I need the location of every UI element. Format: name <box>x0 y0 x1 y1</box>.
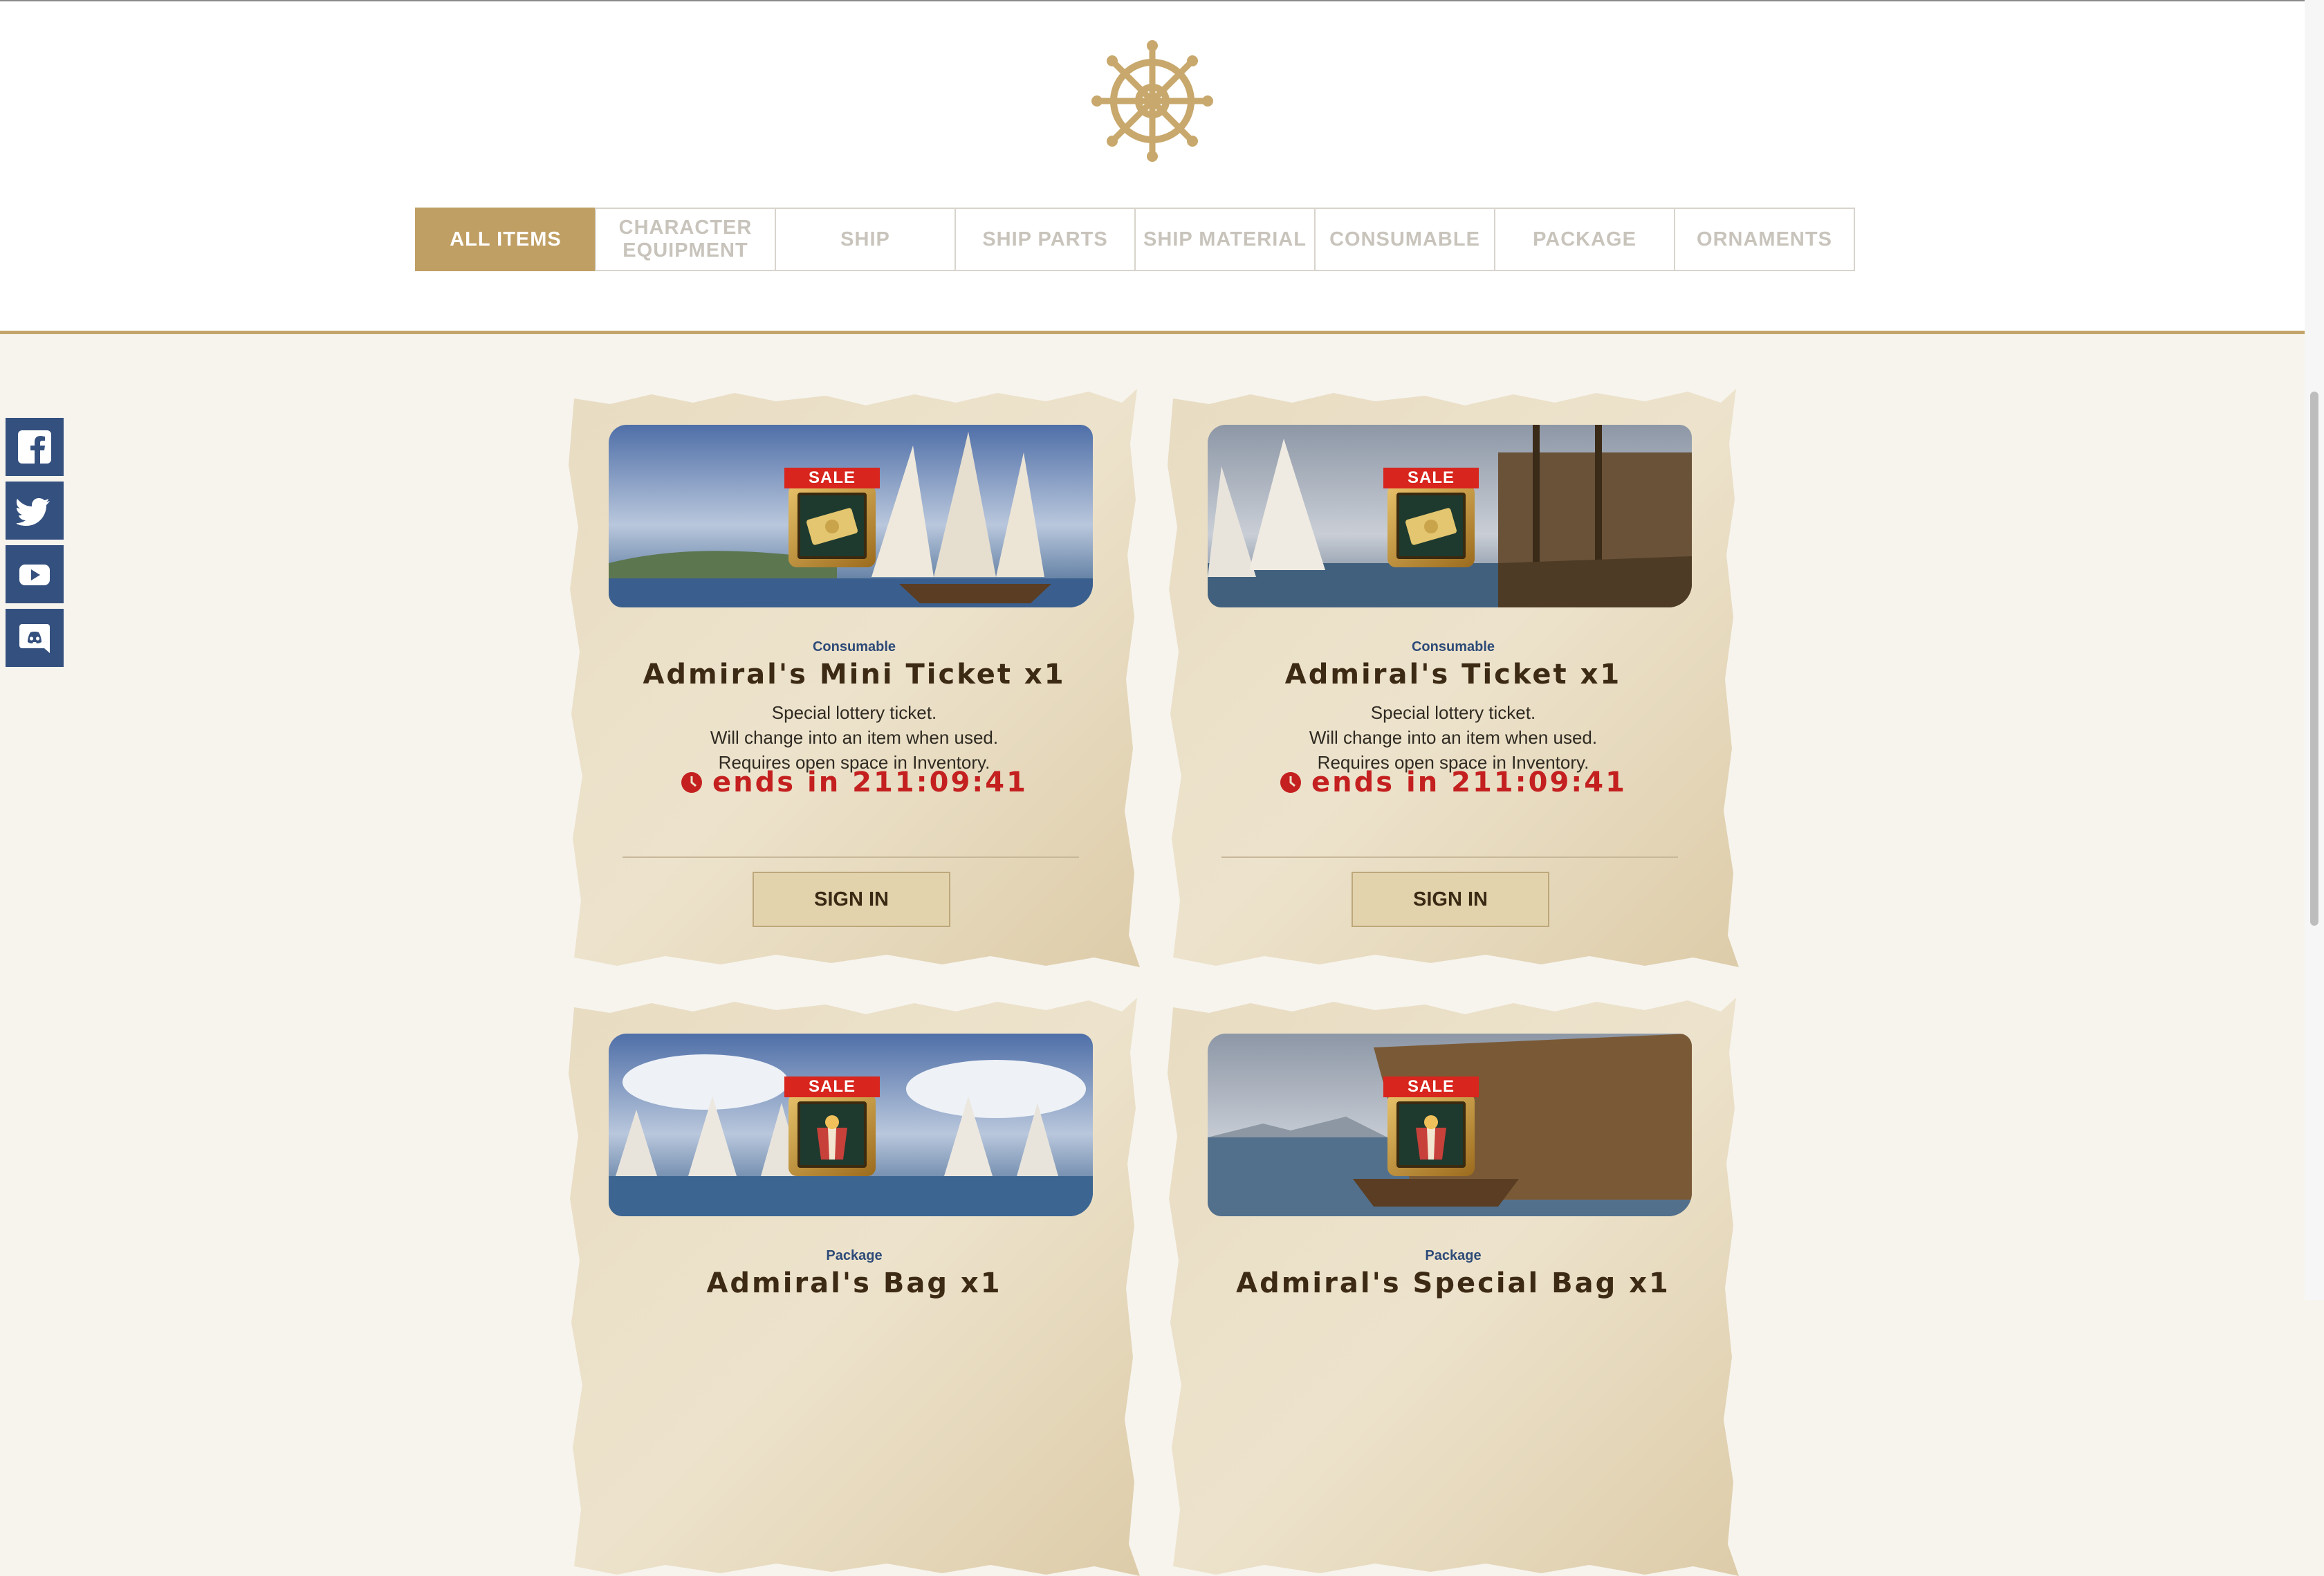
top-border <box>0 0 2305 1</box>
discord-icon <box>19 624 50 653</box>
discord-button[interactable] <box>6 609 64 667</box>
item-name: Admiral's Mini Ticket x1 <box>643 659 1066 690</box>
item-card: SALE Package Admiral's Bag x1 <box>569 998 1140 1576</box>
item-name: Admiral's Ticket x1 <box>1284 659 1622 690</box>
scrollbar-thumb[interactable] <box>2310 392 2318 926</box>
divider <box>1221 856 1678 858</box>
gift-bag-icon <box>797 1101 867 1168</box>
facebook-button[interactable] <box>6 418 64 476</box>
sale-badge: SALE <box>784 1076 880 1180</box>
sign-in-button[interactable]: SIGN IN <box>1352 872 1549 927</box>
item-category: Consumable <box>812 639 896 654</box>
tab-ship-material[interactable]: SHIP MATERIAL <box>1134 208 1316 271</box>
sale-label: SALE <box>784 468 880 488</box>
tab-ship-parts[interactable]: SHIP PARTS <box>954 208 1136 271</box>
tab-character-equipment[interactable]: CHARACTER EQUIPMENT <box>595 208 776 271</box>
item-category: Consumable <box>1411 639 1495 654</box>
sale-badge: SALE <box>784 468 880 571</box>
tab-consumable[interactable]: CONSUMABLE <box>1314 208 1495 271</box>
item-description: Special lottery ticket. Will change into… <box>710 702 999 773</box>
facebook-icon <box>18 430 51 464</box>
tab-all-items[interactable]: ALL ITEMS <box>415 208 596 271</box>
tab-ornaments[interactable]: ORNAMENTS <box>1674 208 1855 271</box>
sale-label: SALE <box>1383 468 1479 488</box>
youtube-button[interactable] <box>6 545 64 603</box>
sale-label: SALE <box>1383 1076 1479 1097</box>
divider <box>622 856 1079 858</box>
item-category: Package <box>1425 1248 1482 1263</box>
item-card: SALE Package Admiral's Special Bag x1 <box>1168 998 1739 1576</box>
tab-ship[interactable]: SHIP <box>775 208 956 271</box>
sale-badge: SALE <box>1383 1076 1479 1180</box>
youtube-icon <box>19 565 50 585</box>
item-name: Admiral's Special Bag x1 <box>1236 1267 1670 1299</box>
sign-in-button[interactable]: SIGN IN <box>753 872 950 927</box>
twitter-icon <box>17 498 50 526</box>
ticket-icon <box>797 493 867 559</box>
gift-bag-icon <box>1396 1101 1466 1168</box>
twitter-button[interactable] <box>6 482 64 540</box>
sale-label: SALE <box>784 1076 880 1097</box>
timer-text: ends in 211:09:41 <box>1311 767 1627 798</box>
clock-icon <box>681 772 703 793</box>
sale-badge: SALE <box>1383 468 1479 571</box>
tab-package[interactable]: PACKAGE <box>1494 208 1675 271</box>
ticket-icon <box>1396 493 1466 559</box>
clock-icon <box>1280 772 1302 793</box>
item-description: Special lottery ticket. Will change into… <box>1309 702 1598 773</box>
item-card: SALE Consumable Admiral's Mini Ticket x1… <box>569 389 1140 967</box>
item-name: Admiral's Bag x1 <box>706 1267 1002 1299</box>
item-category: Package <box>826 1248 883 1263</box>
timer-text: ends in 211:09:41 <box>712 767 1028 798</box>
item-card: SALE Consumable Admiral's Ticket x1 Spec… <box>1168 389 1739 967</box>
category-tabs: ALL ITEMS CHARACTER EQUIPMENT SHIP SHIP … <box>415 208 1855 271</box>
header: ALL ITEMS CHARACTER EQUIPMENT SHIP SHIP … <box>0 0 2305 334</box>
sale-timer: ends in 211:09:41 <box>1168 767 1739 798</box>
sale-timer: ends in 211:09:41 <box>569 767 1140 798</box>
social-bar <box>6 418 64 672</box>
ship-wheel-logo-icon <box>1091 40 1213 162</box>
